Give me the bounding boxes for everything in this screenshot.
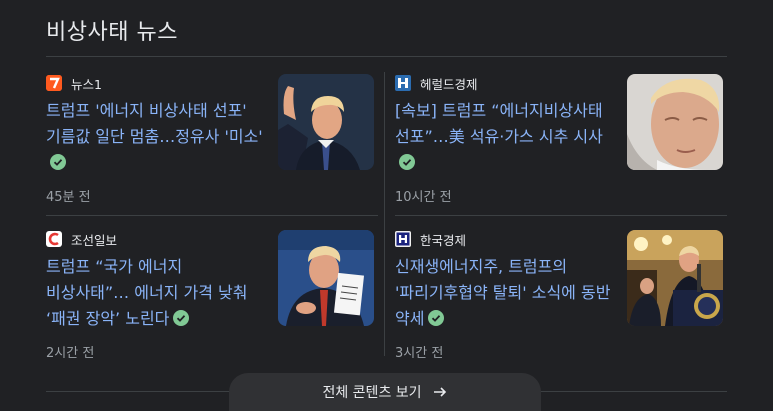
source-name: 한국경제 [420, 232, 467, 248]
herald-logo-icon [395, 75, 411, 91]
source-row: 뉴스1 [46, 74, 102, 92]
hankyung-logo-icon [395, 231, 411, 247]
source-name: 헤럴드경제 [420, 76, 478, 92]
headline-link[interactable]: 트럼프 '에너지 비상사태 선포' 기름값 일단 멈춤…정유사 '미소' [46, 98, 264, 176]
news-grid: 뉴스1 트럼프 '에너지 비상사태 선포' 기름값 일단 멈춤…정유사 '미소'… [46, 62, 727, 361]
news1-logo-icon [46, 75, 62, 91]
timestamp: 2시간 전 [46, 346, 95, 361]
headline-link[interactable]: 신재생에너지주, 트럼프의 '파리기후협약 탈퇴' 소식에 동반 약세 [395, 254, 613, 332]
news-card-hankyung[interactable]: 한국경제 신재생에너지주, 트럼프의 '파리기후협약 탈퇴' 소식에 동반 약세… [395, 218, 727, 366]
headline-link[interactable]: 트럼프 “국가 에너지 비상사태”… 에너지 가격 낮춰 ‘패권 장악’ 노린다 [46, 254, 264, 332]
news-panel: 비상사태 뉴스 뉴스1 트럼프 '에너지 비상사태 선포' 기름값 일단 멈춤…… [0, 0, 773, 411]
source-row: 조선일보 [46, 230, 117, 248]
verified-check-icon [173, 310, 190, 326]
headline-text: 트럼프 '에너지 비상사태 선포' 기름값 일단 멈춤…정유사 '미소' [46, 101, 263, 146]
headline-text: 트럼프 “국가 에너지 비상사태”… 에너지 가격 낮춰 ‘패권 장악’ 노린다 [46, 257, 248, 328]
headline-link[interactable]: [속보] 트럼프 “에너지비상사태 선포”…美 석유·가스 시추 시사 [395, 98, 613, 176]
headline-text: [속보] 트럼프 “에너지비상사태 선포”…美 석유·가스 시추 시사 [395, 101, 603, 146]
divider [395, 215, 727, 216]
chosun-logo-icon [46, 231, 62, 247]
divider [46, 56, 727, 57]
article-thumbnail[interactable] [278, 74, 374, 170]
view-all-label: 전체 콘텐츠 보기 [322, 385, 422, 401]
news-card-chosun[interactable]: 조선일보 트럼프 “국가 에너지 비상사태”… 에너지 가격 낮춰 ‘패권 장악… [46, 218, 378, 366]
headline-text: 신재생에너지주, 트럼프의 '파리기후협약 탈퇴' 소식에 동반 약세 [395, 257, 611, 328]
article-thumbnail[interactable] [278, 230, 374, 326]
news-card-herald[interactable]: 헤럴드경제 [속보] 트럼프 “에너지비상사태 선포”…美 석유·가스 시추 시… [395, 62, 727, 210]
divider [384, 72, 385, 356]
section-title: 비상사태 뉴스 [46, 20, 178, 45]
news-card-news1[interactable]: 뉴스1 트럼프 '에너지 비상사태 선포' 기름값 일단 멈춤…정유사 '미소'… [46, 62, 378, 210]
source-name: 조선일보 [71, 232, 118, 248]
arrow-right-icon [432, 384, 448, 400]
verified-check-icon [399, 154, 415, 170]
article-thumbnail[interactable] [627, 230, 723, 326]
view-all-button[interactable]: 전체 콘텐츠 보기 [229, 373, 541, 411]
timestamp: 10시간 전 [395, 190, 452, 205]
verified-check-icon [428, 310, 445, 326]
article-thumbnail[interactable] [627, 74, 723, 170]
timestamp: 45분 전 [46, 190, 91, 205]
divider [46, 215, 378, 216]
source-row: 헤럴드경제 [395, 74, 478, 92]
timestamp: 3시간 전 [395, 346, 444, 361]
verified-check-icon [50, 154, 66, 170]
source-name: 뉴스1 [71, 76, 102, 92]
source-row: 한국경제 [395, 230, 466, 248]
